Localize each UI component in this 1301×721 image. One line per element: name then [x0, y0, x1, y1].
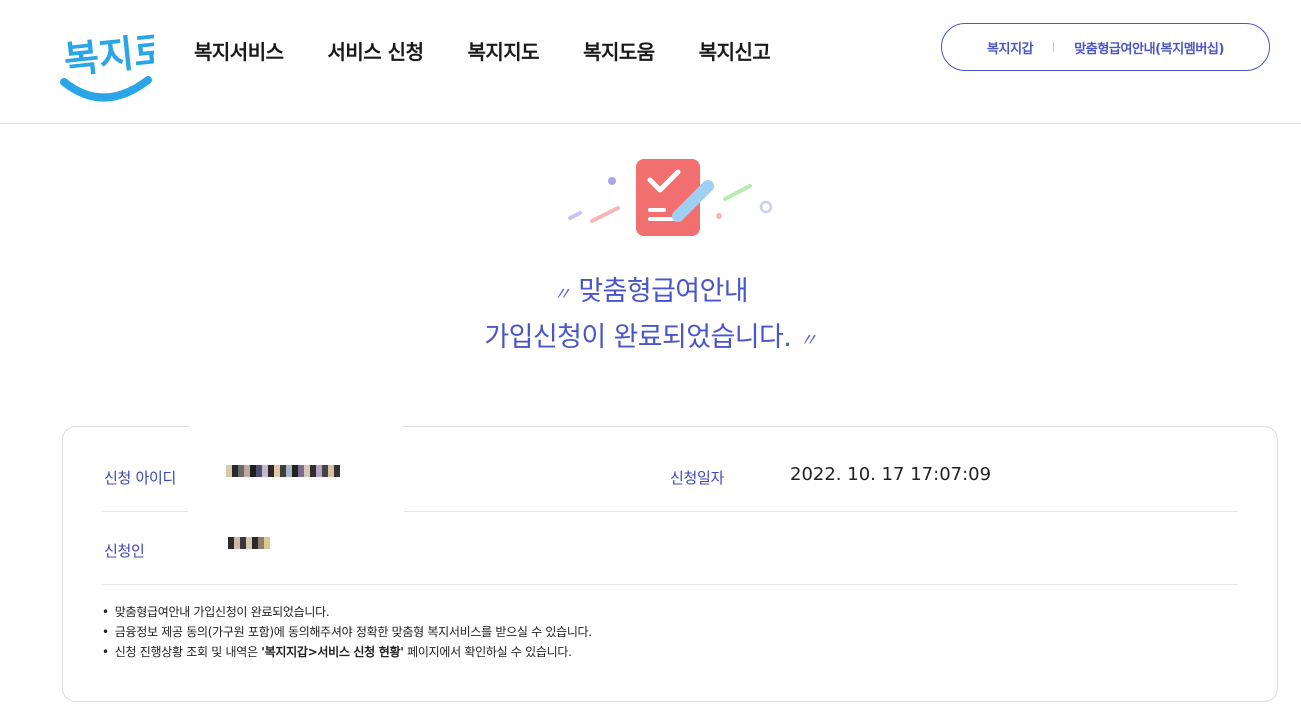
notice-item: 맞춤형급여안내 가입신청이 완료되었습니다.: [102, 602, 592, 622]
notice-item: 신청 진행상황 조회 및 내역은 '복지지갑>서비스 신청 현황' 페이지에서 …: [102, 642, 592, 662]
nav-welfare-map[interactable]: 복지지도: [467, 36, 539, 65]
notice-text: 신청 진행상황 조회 및 내역은: [114, 645, 262, 659]
nav-service-apply[interactable]: 서비스 신청: [328, 36, 424, 65]
welfare-wallet-link[interactable]: 복지지갑: [987, 38, 1034, 57]
close-quote-icon: 〃: [799, 330, 817, 351]
logo-icon: 복지로: [60, 28, 171, 102]
main-nav: 복지서비스 서비스 신청 복지지도 복지도움 복지신고: [194, 36, 814, 65]
notice-item: 금융정보 제공 동의(가구원 포함)에 동의해주셔야 정확한 맞춤형 복지서비스…: [102, 622, 592, 642]
completion-title-text2: 가입신청이 완료되었습니다.: [484, 322, 792, 353]
svg-text:복지로: 복지로: [62, 28, 154, 83]
open-quote-icon: 〃: [552, 284, 571, 305]
apply-date-label: 신청일자: [670, 469, 725, 487]
notice-emphasis: '복지지갑>서비스 신청 현황': [261, 645, 404, 659]
apply-date-value: 2022. 10. 17 17:07:09: [790, 464, 992, 485]
notice-text: 금융정보 제공 동의(가구원 포함)에 동의해주셔야 정확한 맞춤형 복지서비스…: [114, 625, 592, 639]
applicant-name-label: 신청인: [104, 542, 145, 560]
row-divider: [102, 511, 188, 512]
notice-list: 맞춤형급여안내 가입신청이 완료되었습니다. 금융정보 제공 동의(가구원 포함…: [102, 602, 592, 662]
checklist-icon: [568, 159, 773, 236]
completion-message: 〃 맞춤형급여안내 가입신청이 완료되었습니다. 〃: [0, 270, 1301, 362]
nav-welfare-service[interactable]: 복지서비스: [194, 36, 284, 65]
completion-illustration: [560, 152, 780, 244]
applicant-id-label: 신청 아이디: [104, 469, 176, 487]
row-divider: [404, 511, 1238, 512]
divider: [1053, 42, 1055, 52]
bokjiro-logo[interactable]: 복지로: [58, 18, 171, 106]
applicant-name-masked: [228, 537, 270, 549]
completion-title-text1: 맞춤형급여안내: [578, 276, 749, 307]
site-header: 복지로 복지서비스 서비스 신청 복지지도 복지도움 복지신고 복지지갑 맞춤형…: [0, 0, 1301, 124]
notice-text: 맞춤형급여안내 가입신청이 완료되었습니다.: [114, 605, 330, 619]
nav-welfare-help[interactable]: 복지도움: [583, 36, 655, 65]
utility-links: 복지지갑 맞춤형급여안내(복지멤버십): [941, 23, 1270, 71]
nav-welfare-report[interactable]: 복지신고: [699, 36, 771, 65]
completion-title-line1: 〃 맞춤형급여안내: [0, 270, 1301, 316]
row-divider: [102, 584, 1238, 585]
notice-text: 페이지에서 확인하실 수 있습니다.: [403, 645, 572, 659]
completion-title-line2: 가입신청이 완료되었습니다. 〃: [0, 316, 1301, 362]
custom-benefit-guide-link[interactable]: 맞춤형급여안내(복지멤버십): [1074, 38, 1224, 57]
applicant-id-masked: [226, 465, 340, 477]
